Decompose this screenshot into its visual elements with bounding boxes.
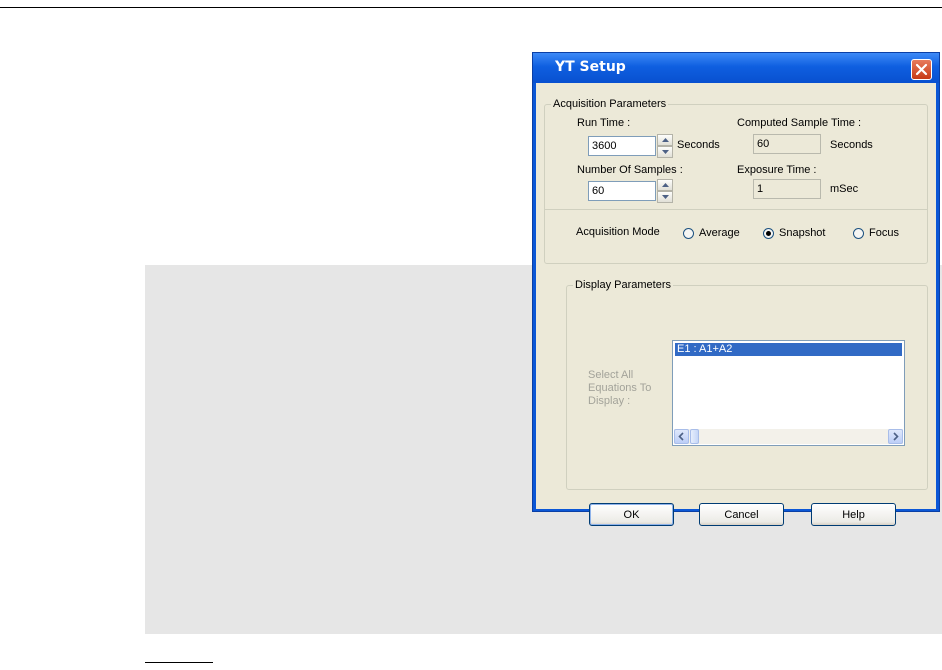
chevron-right-icon [893, 432, 899, 441]
select-equations-label-line3: Display : [588, 395, 631, 407]
radio-focus-indicator[interactable] [853, 227, 864, 239]
close-icon [915, 63, 928, 76]
radio-average[interactable]: Average [683, 227, 740, 239]
ok-button[interactable]: OK [589, 503, 674, 526]
radio-focus-label: Focus [869, 227, 899, 239]
run-time-spinner[interactable] [657, 134, 673, 158]
dialog-client-area: Acquisition Parameters Run Time : Second… [536, 83, 936, 526]
close-button[interactable] [911, 59, 932, 80]
chevron-down-icon [662, 150, 669, 154]
yt-setup-dialog: YT Setup Acquisition Parameters Run Time… [532, 52, 940, 526]
radio-snapshot-label: Snapshot [779, 227, 826, 239]
chevron-left-icon [678, 432, 684, 441]
run-time-input[interactable] [588, 136, 656, 156]
acquisition-separator [544, 209, 928, 210]
scroll-left-button[interactable] [674, 429, 689, 444]
computed-sample-time-field [753, 134, 821, 154]
title-bar[interactable]: YT Setup [533, 53, 939, 83]
exposure-time-field [753, 179, 821, 199]
exposure-time-unit: mSec [830, 183, 859, 195]
samples-up-button[interactable] [657, 179, 673, 191]
computed-sample-time-unit: Seconds [830, 139, 873, 151]
radio-snapshot[interactable]: Snapshot [763, 227, 825, 239]
display-parameters-legend: Display Parameters [573, 279, 673, 291]
equations-listbox[interactable]: E1 : A1+A2 [672, 340, 905, 446]
acquisition-parameters-legend: Acquisition Parameters [551, 98, 669, 110]
horizontal-scrollbar[interactable] [674, 429, 903, 444]
radio-average-indicator[interactable] [683, 227, 694, 239]
radio-snapshot-indicator[interactable] [763, 227, 774, 239]
acquisition-mode-label: Acquisition Mode [576, 226, 660, 238]
select-equations-label-line1: Select All [588, 369, 634, 381]
list-item[interactable]: E1 : A1+A2 [675, 343, 902, 356]
cancel-button[interactable]: Cancel [699, 503, 784, 526]
radio-focus[interactable]: Focus [853, 227, 899, 239]
number-of-samples-spinner[interactable] [657, 179, 673, 203]
top-rule [0, 7, 942, 8]
chevron-up-icon [662, 138, 669, 142]
samples-down-button[interactable] [657, 191, 673, 203]
number-of-samples-input[interactable] [588, 181, 656, 201]
computed-sample-time-label: Computed Sample Time : [737, 117, 862, 129]
radio-average-label: Average [699, 227, 740, 239]
help-button[interactable]: Help [811, 503, 896, 526]
select-equations-label-line2: Equations To [588, 382, 652, 394]
dialog-title: YT Setup [555, 59, 626, 75]
chevron-up-icon [662, 183, 669, 187]
run-time-up-button[interactable] [657, 134, 673, 146]
run-time-label: Run Time : [577, 117, 631, 129]
run-time-unit: Seconds [677, 139, 720, 151]
number-of-samples-label: Number Of Samples : [577, 164, 683, 176]
run-time-down-button[interactable] [657, 146, 673, 158]
bottom-rule [145, 662, 213, 663]
scroll-thumb[interactable] [690, 429, 699, 444]
exposure-time-label: Exposure Time : [737, 164, 817, 176]
scroll-right-button[interactable] [888, 429, 903, 444]
chevron-down-icon [662, 195, 669, 199]
